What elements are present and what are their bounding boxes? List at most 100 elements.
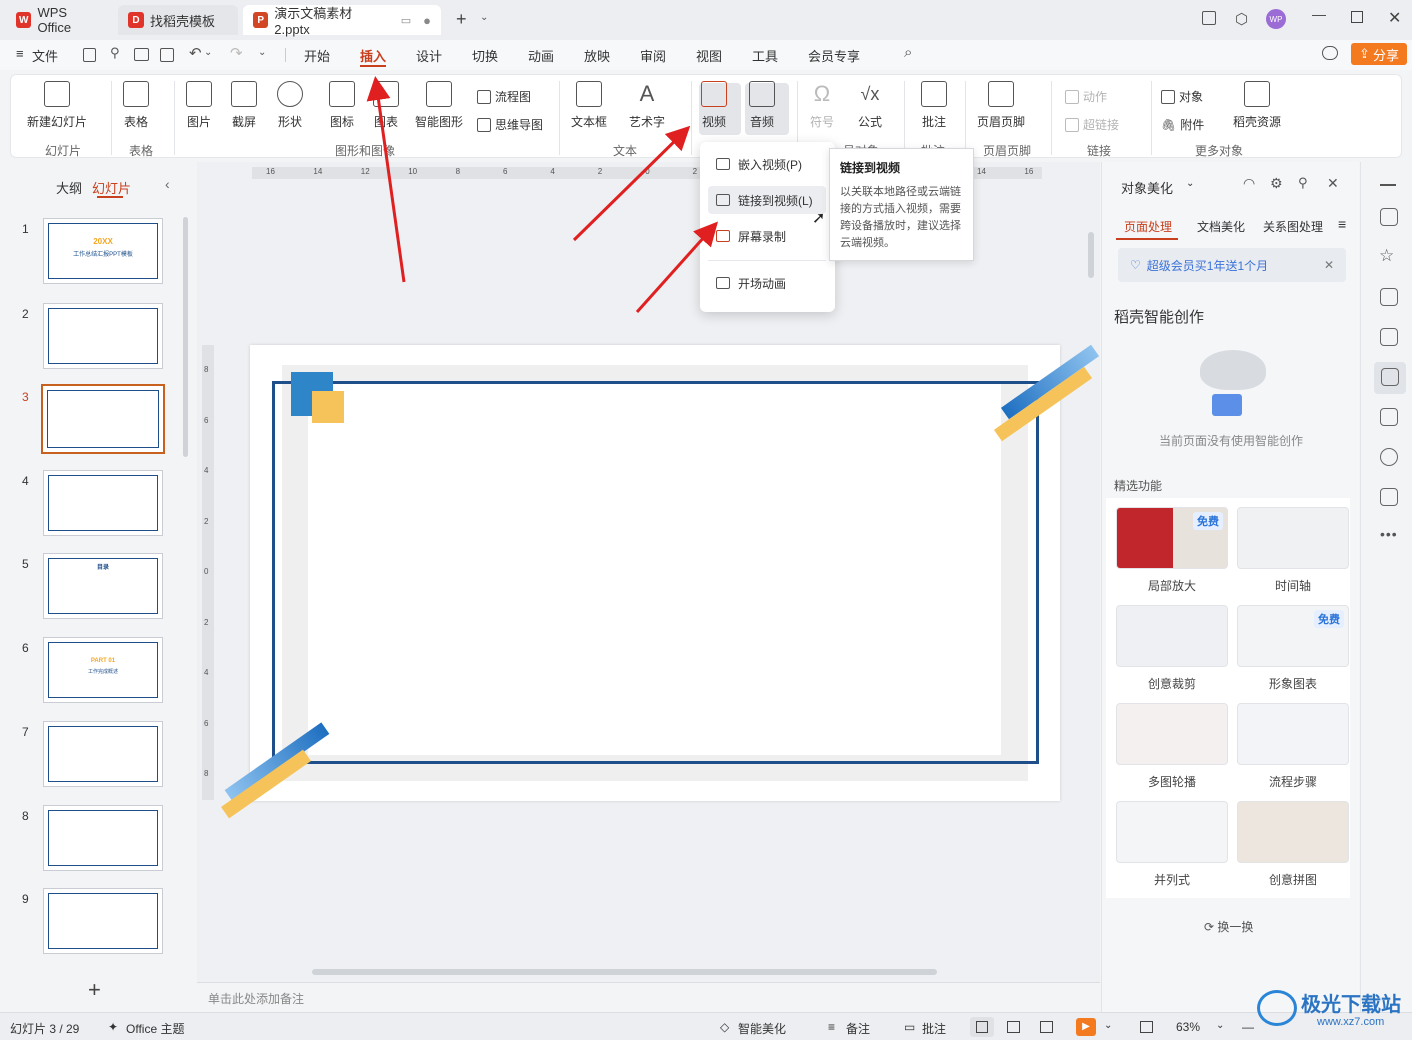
help-icon[interactable]	[1380, 448, 1398, 466]
chevron-down-icon[interactable]: ⌄	[1216, 1020, 1224, 1031]
smartart-button[interactable]: 智能图形	[415, 81, 463, 130]
more-icon[interactable]: •••	[1380, 526, 1398, 542]
minimize-icon[interactable]: —	[1312, 6, 1326, 22]
collapse-icon[interactable]	[1380, 184, 1396, 186]
chart-button[interactable]: 图表	[373, 81, 399, 130]
reading-view-icon[interactable]	[1040, 1021, 1053, 1033]
menu-design[interactable]: 设计	[416, 46, 442, 65]
menu-insert[interactable]: 插入	[360, 46, 386, 65]
unsaved-dot-icon[interactable]: ●	[423, 13, 431, 28]
slide-thumbnail[interactable]	[43, 805, 163, 871]
star-icon[interactable]: ☆	[1379, 246, 1394, 266]
scrollbar[interactable]	[183, 217, 188, 457]
docer-resource-button[interactable]: 稻壳资源	[1233, 81, 1281, 130]
close-icon[interactable]: ✕	[1324, 258, 1334, 272]
collapse-icon[interactable]: ‹	[165, 176, 170, 192]
menu-transition[interactable]: 切换	[472, 46, 498, 65]
feature-card[interactable]	[1237, 507, 1349, 569]
tab-doc-beautify[interactable]: 文档美化	[1197, 218, 1245, 235]
table-button[interactable]: 表格	[123, 81, 149, 130]
pin-icon[interactable]: ⚲	[1298, 175, 1308, 191]
current-slide[interactable]	[221, 344, 1100, 819]
monitor-icon[interactable]: ▭	[401, 14, 411, 27]
quick-access-chevron-icon[interactable]: ⌄	[258, 47, 266, 58]
menu-slideshow[interactable]: 放映	[584, 46, 610, 65]
comment-icon[interactable]: ▭	[904, 1020, 915, 1034]
slide-thumbnail[interactable]	[41, 384, 165, 454]
member-banner[interactable]: ♡ 超级会员买1年送1个月 ✕	[1118, 248, 1346, 282]
video-button[interactable]: 视频	[701, 81, 727, 130]
shape-button[interactable]: 形状	[277, 81, 303, 130]
settings-icon[interactable]	[1380, 488, 1398, 506]
header-footer-button[interactable]: 页眉页脚	[977, 81, 1025, 130]
undo-icon[interactable]: ↶	[189, 44, 202, 62]
menu-view[interactable]: 视图	[696, 46, 722, 65]
horizontal-scrollbar[interactable]	[312, 969, 937, 975]
chat-icon[interactable]	[1322, 46, 1338, 60]
gear-icon[interactable]: ⚙	[1270, 175, 1283, 192]
tab-document[interactable]: P 演示文稿素材2.pptx ▭ ●	[243, 5, 441, 37]
copy-icon[interactable]	[1380, 288, 1398, 306]
feature-card[interactable]: 免费	[1237, 605, 1349, 667]
hyperlink-button[interactable]: 超链接	[1065, 116, 1119, 133]
chevron-down-icon[interactable]: ⌄	[1104, 1020, 1112, 1031]
beautify-icon[interactable]: ◇	[720, 1020, 729, 1034]
object-button[interactable]: 对象	[1161, 88, 1203, 105]
slide-thumbnail[interactable]	[43, 303, 163, 369]
slide-thumbnail[interactable]	[43, 470, 163, 536]
feature-card[interactable]: 免费	[1116, 507, 1228, 569]
slide-thumbnail[interactable]	[43, 888, 163, 954]
feature-card[interactable]	[1116, 801, 1228, 863]
print-preview-icon[interactable]	[160, 48, 174, 62]
formula-button[interactable]: √x 公式	[857, 81, 883, 130]
wordart-button[interactable]: A 艺术字	[629, 81, 665, 130]
file-menu[interactable]: 文件	[32, 46, 58, 65]
tab-outline[interactable]: 大纲	[56, 178, 82, 197]
menu-tools[interactable]: 工具	[752, 46, 778, 65]
notes-icon[interactable]: ≡	[828, 1020, 835, 1034]
new-tab-icon[interactable]: +	[456, 9, 467, 30]
notes-toggle[interactable]: 备注	[846, 1020, 870, 1037]
tab-wps-office[interactable]: W WPS Office	[6, 5, 112, 35]
tab-page-process[interactable]: 页面处理	[1124, 218, 1172, 235]
vertical-scrollbar[interactable]	[1088, 232, 1094, 278]
chevron-down-icon[interactable]: ⌄	[1186, 178, 1194, 189]
link-icon[interactable]: ⚲	[110, 45, 120, 61]
cube-icon[interactable]: ⬡	[1235, 10, 1248, 28]
panel-title[interactable]: 对象美化	[1121, 178, 1173, 197]
zoom-level[interactable]: 63%	[1176, 1020, 1200, 1034]
attachment-button[interactable]: 🖇 附件	[1161, 116, 1204, 133]
menu-review[interactable]: 审阅	[640, 46, 666, 65]
feature-card[interactable]	[1237, 703, 1349, 765]
magic-wand-icon[interactable]	[1381, 368, 1399, 386]
picture-button[interactable]: 图片	[186, 81, 212, 130]
feature-card[interactable]	[1116, 703, 1228, 765]
feature-card[interactable]	[1116, 605, 1228, 667]
screen-record-item[interactable]: 屏幕录制	[708, 222, 826, 250]
theme-icon[interactable]: ✦	[108, 1020, 118, 1034]
smart-beautify[interactable]: 智能美化	[738, 1020, 786, 1037]
action-button[interactable]: 动作	[1065, 88, 1107, 105]
normal-view-icon[interactable]	[976, 1021, 988, 1033]
new-slide-button[interactable]: 新建幻灯片	[27, 81, 87, 130]
save-icon[interactable]	[83, 48, 96, 62]
zoom-out-icon[interactable]: —	[1242, 1020, 1254, 1034]
slide-thumbnail[interactable]: PART 01 工作完成概述	[43, 637, 163, 703]
share-button[interactable]: ⇪ 分享	[1351, 43, 1407, 65]
shield-icon[interactable]	[1380, 328, 1398, 346]
book-icon[interactable]	[1380, 408, 1398, 426]
play-icon[interactable]: ▶	[1076, 1018, 1096, 1036]
refresh-button[interactable]: ⟳ 换一换	[1204, 918, 1253, 935]
menu-animation[interactable]: 动画	[528, 46, 554, 65]
link-video-item[interactable]: 链接到视频(L)	[708, 186, 826, 214]
opening-animation-item[interactable]: 开场动画	[708, 269, 826, 297]
layout-icon[interactable]	[1202, 11, 1216, 25]
embed-video-item[interactable]: 嵌入视频(P)	[708, 150, 826, 178]
comment-button[interactable]: 批注	[921, 81, 947, 130]
chevron-down-icon[interactable]: ⌄	[204, 47, 212, 58]
comment-toggle[interactable]: 批注	[922, 1020, 946, 1037]
headset-icon[interactable]: ◠	[1243, 175, 1255, 192]
audio-button[interactable]: 音频	[749, 81, 775, 130]
theme-name[interactable]: Office 主题	[126, 1020, 184, 1037]
search-icon[interactable]: ⌕	[904, 44, 912, 61]
